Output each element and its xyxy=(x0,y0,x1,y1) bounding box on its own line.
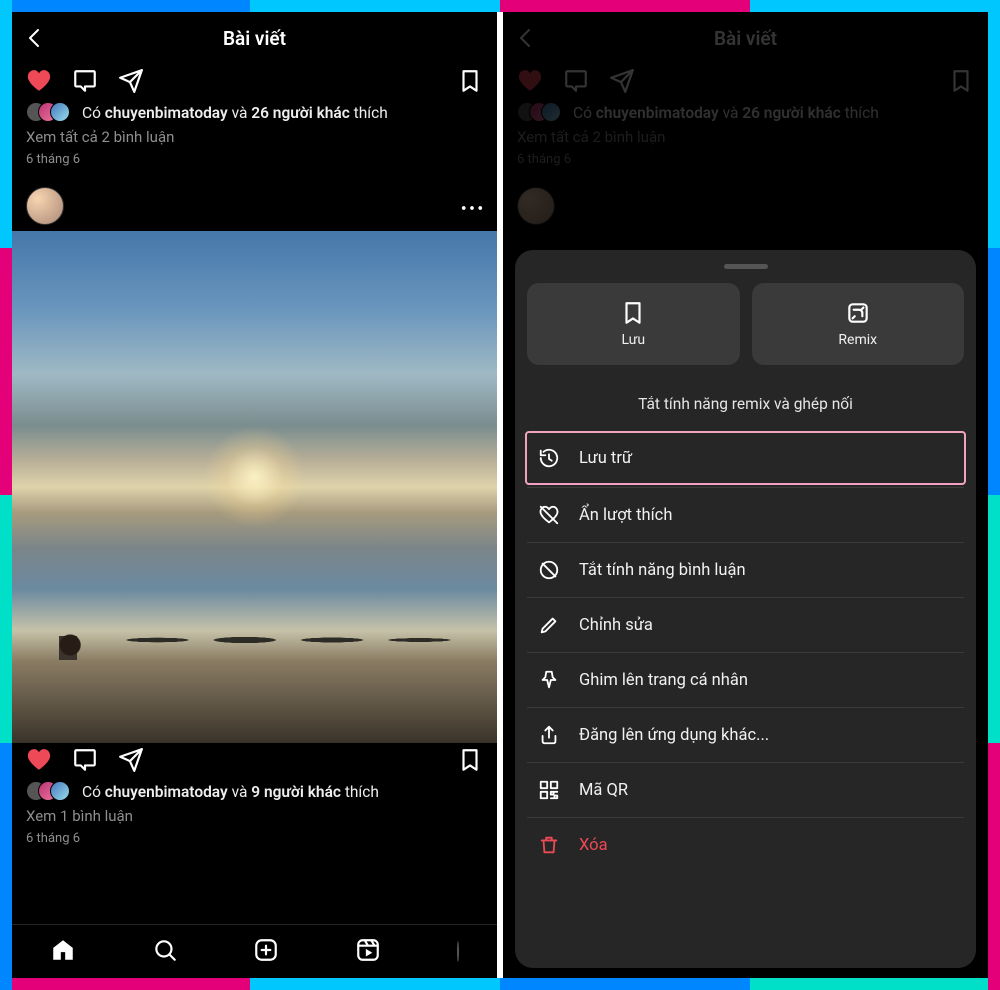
sheet-save-button[interactable]: Lưu xyxy=(527,283,740,365)
heart-filled-icon xyxy=(26,746,52,774)
likes-row[interactable]: Có chuyenbimatoday và 26 người khác thíc… xyxy=(12,96,497,124)
send-icon xyxy=(118,68,144,94)
like-button[interactable] xyxy=(26,68,52,94)
post-menu-button[interactable] xyxy=(461,197,483,216)
comment-off-icon xyxy=(538,559,560,581)
heart-filled-icon xyxy=(26,67,52,95)
trash-icon xyxy=(538,834,560,856)
post-date: 6 tháng 6 xyxy=(12,825,497,860)
archive-icon xyxy=(538,447,560,469)
frame-border-top xyxy=(0,0,1000,12)
menu-item-label: Mã QR xyxy=(579,781,628,800)
share-button[interactable] xyxy=(118,68,144,94)
qr-icon xyxy=(538,779,560,801)
menu-item-label: Lưu trữ xyxy=(579,449,632,468)
search-icon xyxy=(152,937,178,963)
menu-item-label: Ẩn lượt thích xyxy=(579,506,672,525)
frame-border-right xyxy=(988,0,1000,990)
frame-border-left xyxy=(0,0,12,990)
share-button[interactable] xyxy=(118,747,144,773)
comment-button[interactable] xyxy=(72,68,98,94)
pin-icon xyxy=(538,669,560,691)
send-icon xyxy=(118,747,144,773)
menu-item-pin-profile[interactable]: Ghim lên trang cá nhân xyxy=(527,652,964,707)
phone-left: Bài viết Có chuyenbimatoday và 26 ng xyxy=(12,12,497,978)
sheet-save-label: Lưu xyxy=(621,332,645,348)
remix-icon xyxy=(845,300,871,326)
tab-create[interactable] xyxy=(253,937,279,967)
post-actions xyxy=(12,743,497,775)
post-header xyxy=(12,181,497,231)
header: Bài viết xyxy=(12,12,497,64)
chevron-left-icon xyxy=(23,26,47,50)
sheet-remix-button[interactable]: Remix xyxy=(752,283,965,365)
menu-item-edit[interactable]: Chỉnh sửa xyxy=(527,597,964,652)
menu-item-turn-off-comments[interactable]: Tắt tính năng bình luận xyxy=(527,542,964,597)
bookmark-button[interactable] xyxy=(457,747,483,773)
tab-search[interactable] xyxy=(152,937,178,967)
tab-home[interactable] xyxy=(50,937,76,967)
likes-text: Có chuyenbimatoday và 26 người khác thíc… xyxy=(82,104,388,122)
action-sheet: Lưu Remix Tắt tính năng remix và ghép nố… xyxy=(515,250,976,968)
stage: Bài viết Có chuyenbimatoday và 26 ng xyxy=(12,12,988,978)
menu-item-label: Đăng lên ứng dụng khác... xyxy=(579,726,769,745)
like-avatars xyxy=(26,102,74,124)
menu-item-hide-likes[interactable]: Ẩn lượt thích xyxy=(527,487,964,542)
share-external-icon xyxy=(538,724,560,746)
menu-item-label: Ghim lên trang cá nhân xyxy=(579,671,748,690)
sheet-grabber[interactable] xyxy=(724,264,768,269)
more-icon xyxy=(461,204,483,212)
tab-reels[interactable] xyxy=(355,937,381,967)
home-icon xyxy=(50,937,76,963)
comment-icon xyxy=(72,747,98,773)
header-title: Bài viết xyxy=(12,27,497,50)
menu-item-post-other-apps[interactable]: Đăng lên ứng dụng khác... xyxy=(527,707,964,762)
pencil-icon xyxy=(538,614,560,636)
avatar-icon xyxy=(457,941,459,962)
likes-text: Có chuyenbimatoday và 9 người khác thích xyxy=(82,783,379,801)
reels-icon xyxy=(355,937,381,963)
menu-item-label: Chỉnh sửa xyxy=(579,616,653,635)
sheet-section-title[interactable]: Tắt tính năng remix và ghép nối xyxy=(527,379,964,433)
bookmark-icon xyxy=(620,300,646,326)
sheet-remix-label: Remix xyxy=(838,332,877,348)
menu-item-label: Xóa xyxy=(579,836,608,855)
bottom-tab-bar xyxy=(12,924,497,978)
tab-profile[interactable] xyxy=(457,942,459,961)
view-comments-link[interactable]: Xem 1 bình luận xyxy=(12,803,497,825)
view-comments-link[interactable]: Xem tất cả 2 bình luận xyxy=(12,124,497,146)
heart-off-icon xyxy=(538,504,560,526)
back-button[interactable] xyxy=(20,23,50,53)
bookmark-icon xyxy=(457,68,483,94)
post-actions xyxy=(12,64,497,96)
menu-item-qr-code[interactable]: Mã QR xyxy=(527,762,964,817)
plus-square-icon xyxy=(253,937,279,963)
sheet-menu: Lưu trữ Ẩn lượt thích Tắt tính năng bình… xyxy=(527,433,964,872)
like-button[interactable] xyxy=(26,747,52,773)
menu-item-archive[interactable]: Lưu trữ xyxy=(525,431,966,485)
menu-item-delete[interactable]: Xóa xyxy=(527,817,964,872)
menu-item-label: Tắt tính năng bình luận xyxy=(579,561,746,580)
comment-icon xyxy=(72,68,98,94)
post-avatar[interactable] xyxy=(26,187,64,225)
post-date: 6 tháng 6 xyxy=(12,146,497,181)
bookmark-icon xyxy=(457,747,483,773)
comment-button[interactable] xyxy=(72,747,98,773)
post-image[interactable] xyxy=(12,231,497,743)
like-avatars xyxy=(26,781,74,803)
phone-right: Bài viết Có chuyenbimatoday và 26 người … xyxy=(503,12,988,978)
likes-row[interactable]: Có chuyenbimatoday và 9 người khác thích xyxy=(12,775,497,803)
bookmark-button[interactable] xyxy=(457,68,483,94)
frame-border-bottom xyxy=(0,978,1000,990)
